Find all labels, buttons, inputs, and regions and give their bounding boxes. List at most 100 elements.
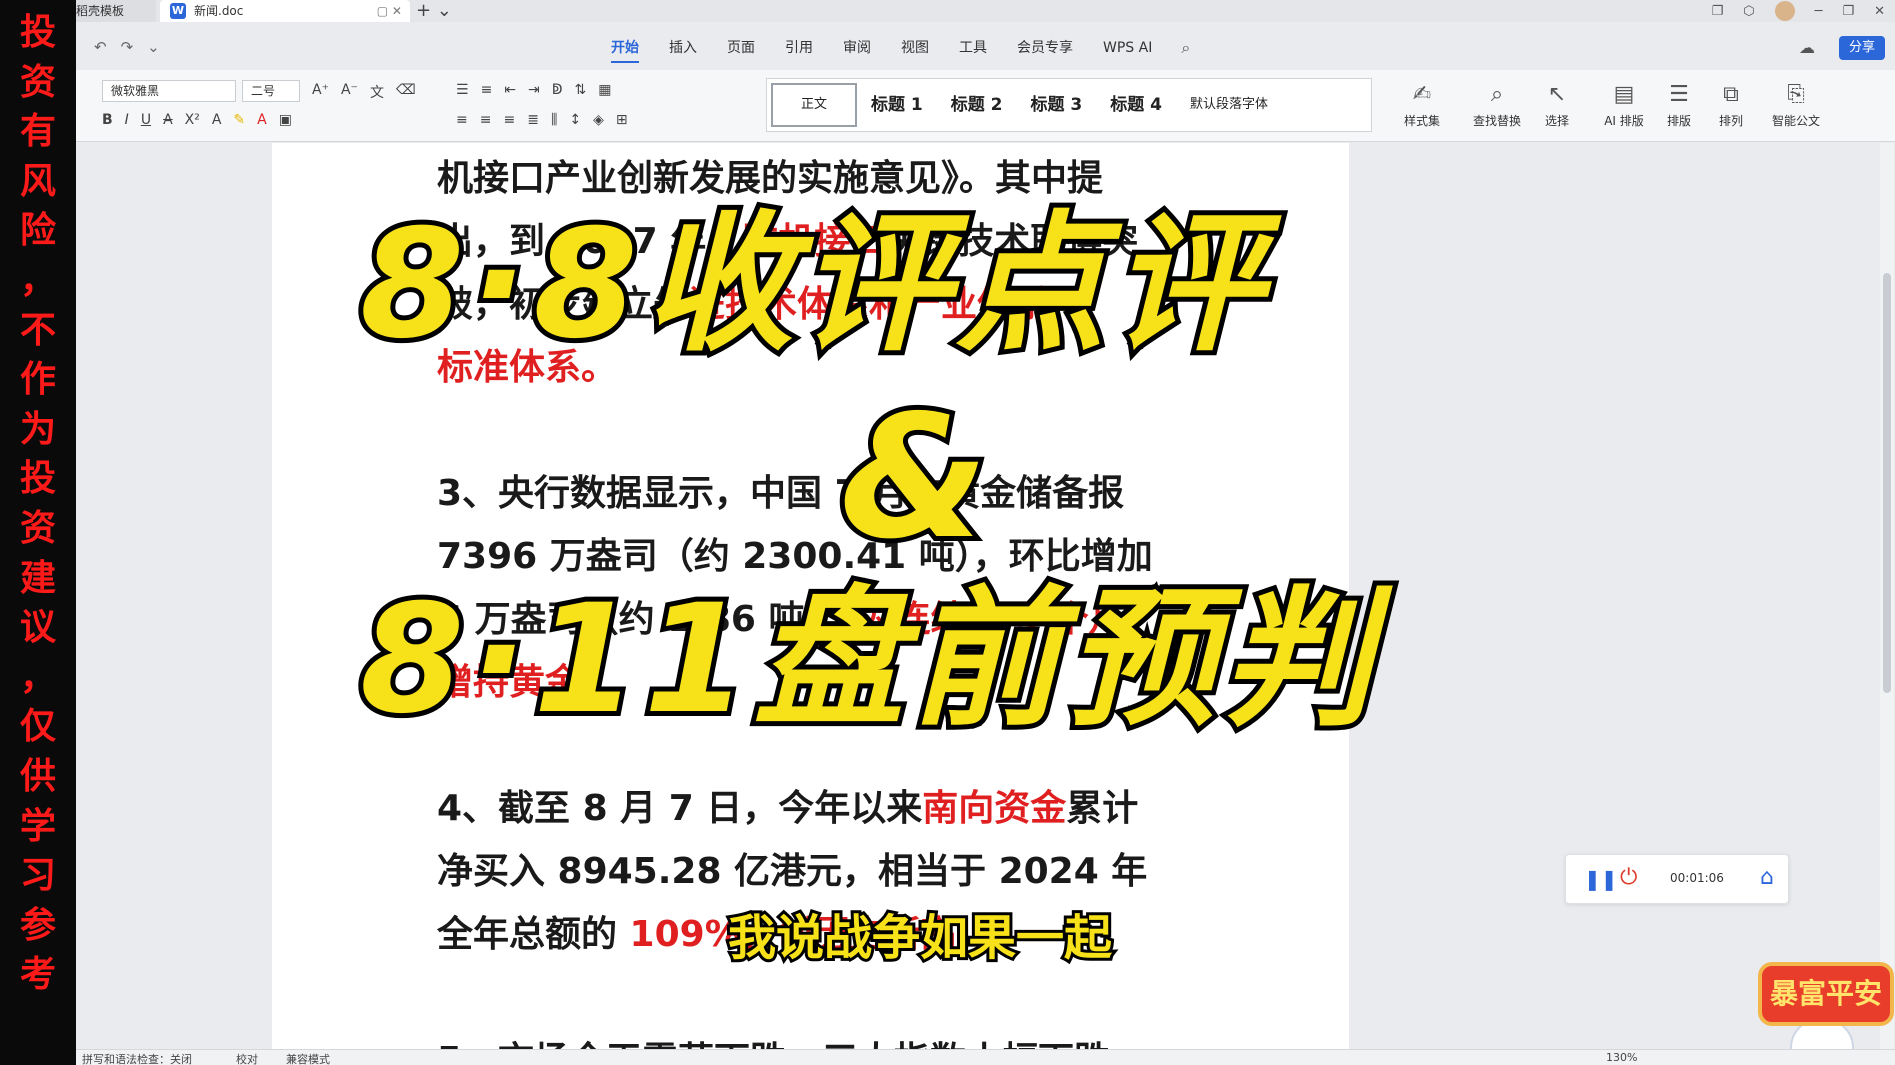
decrease-indent-icon[interactable]: ⇤	[504, 82, 516, 98]
text-format-buttons: B I U A X² A ✎ A ▣	[102, 112, 292, 128]
tab-document-label: 新闻.doc	[194, 4, 244, 18]
layout-icon: ☰	[1669, 82, 1689, 107]
smart-doc-button[interactable]: ⎘ 智能公文	[1766, 80, 1826, 129]
proof-button[interactable]: 校对	[236, 1051, 258, 1065]
tab-menu-1[interactable]: 插入	[654, 30, 712, 66]
highlight-icon[interactable]: ✎	[233, 112, 245, 128]
sort-icon[interactable]: ⇅	[575, 82, 587, 98]
arrange-button[interactable]: ⧉ 排列	[1708, 80, 1754, 129]
align-center-icon[interactable]: ≡	[480, 112, 492, 128]
table-icon[interactable]: ▦	[598, 82, 611, 98]
char-shading-icon[interactable]: ▣	[279, 112, 292, 128]
search-icon[interactable]: ⌕	[1167, 30, 1204, 66]
distributed-icon[interactable]: ⫼	[551, 112, 557, 128]
justify-icon[interactable]: ≣	[527, 112, 539, 128]
ai-layout-button[interactable]: ▤ AI 排版	[1594, 80, 1654, 129]
risk-warning-char: 作	[19, 359, 56, 401]
grow-font-icon[interactable]: A⁺	[312, 82, 329, 102]
style-option-5[interactable]: 默认段落字体	[1176, 83, 1282, 127]
superscript-icon[interactable]: X²	[185, 112, 200, 128]
risk-warning-char: 仅	[19, 706, 56, 748]
select-button[interactable]: ↖ 选择	[1532, 80, 1582, 129]
risk-warning-char: 学	[19, 805, 56, 847]
tab-template[interactable]: 稻壳模板	[76, 0, 156, 22]
risk-warning-char: 有	[19, 111, 56, 153]
overlay-title-line2: 8·11盘前预判	[355, 570, 1379, 750]
zoom-level[interactable]: 130%	[1606, 1051, 1637, 1064]
pause-icon[interactable]: ❚❚	[1584, 867, 1618, 891]
number-list-icon[interactable]: ≡	[481, 82, 493, 98]
risk-warning-char: 议	[19, 607, 56, 649]
vertical-scrollbar[interactable]	[1880, 143, 1894, 1049]
tab-menu-4[interactable]: 审阅	[828, 30, 886, 66]
close-icon[interactable]: ✕	[1874, 4, 1885, 19]
style-option-3[interactable]: 标题 3	[1017, 83, 1097, 127]
status-bar: 拼写和语法检查：关闭 校对 兼容模式 130%	[76, 1049, 1895, 1065]
style-set-button[interactable]: ✍ 样式集	[1392, 80, 1452, 129]
home-icon[interactable]: ⌂	[1760, 865, 1774, 890]
align-left-icon[interactable]: ≡	[456, 112, 468, 128]
ribbon-toolbar: 微软雅黑 二号 A⁺ A⁻ 文 ⌫ B I U A X² A ✎ A ▣ ☰ ≡…	[76, 70, 1895, 142]
style-option-2[interactable]: 标题 2	[937, 83, 1017, 127]
tab-document[interactable]: W 新闻.doc ▢ ✕	[160, 0, 410, 22]
recording-timer: 00:01:06	[1670, 871, 1724, 885]
stop-icon[interactable]: ⏻	[1620, 865, 1637, 890]
font-color-icon[interactable]: A	[257, 112, 267, 128]
text-direction-icon[interactable]: ↁ	[552, 82, 563, 98]
doc-line: 3、央行数据显示，中国 7 月末黄金储备报	[437, 473, 1125, 514]
style-set-label: 样式集	[1403, 114, 1440, 128]
restore-icon[interactable]: ❐	[1842, 4, 1854, 19]
risk-warning-strip: 投资有风险，不作为投资建议，仅供学习参考	[0, 0, 76, 1065]
window-layout-icon[interactable]: ❐	[1712, 4, 1724, 19]
style-option-4[interactable]: 标题 4	[1096, 83, 1176, 127]
screen-recorder-widget: ❚❚ ⏻ 00:01:06 ⌂	[1565, 854, 1789, 904]
arrange-label: 排列	[1718, 114, 1743, 128]
avatar[interactable]	[1774, 1, 1795, 21]
risk-warning-char: 投	[19, 12, 56, 53]
font-size-buttons: A⁺ A⁻ 文 ⌫	[312, 82, 416, 102]
phonetic-icon[interactable]: 文	[370, 82, 384, 102]
text-effect-icon[interactable]: A	[212, 112, 222, 128]
shading-icon[interactable]: ◈	[593, 112, 604, 128]
tab-menu-3[interactable]: 引用	[770, 30, 828, 66]
tab-menu-2[interactable]: 页面	[712, 30, 770, 66]
tab-close-icon[interactable]: ▢ ✕	[377, 0, 402, 22]
cloud-sync-icon[interactable]: ☁	[1799, 38, 1815, 57]
tab-menu-0[interactable]: 开始	[596, 30, 654, 66]
cube-icon[interactable]: ⬡	[1743, 4, 1754, 19]
find-replace-button[interactable]: ⌕ 查找替换	[1462, 80, 1532, 129]
shrink-font-icon[interactable]: A⁻	[341, 82, 358, 102]
tab-menu-6[interactable]: 工具	[944, 30, 1002, 66]
compat-mode-label: 兼容模式	[286, 1053, 330, 1065]
tab-menu-7[interactable]: 会员专享	[1002, 30, 1088, 66]
minimize-icon[interactable]: ─	[1815, 4, 1823, 19]
undo-icon[interactable]: ↶	[94, 38, 107, 56]
tab-menu-5[interactable]: 视图	[886, 30, 944, 66]
chevron-down-icon[interactable]: ⌄	[147, 38, 160, 56]
increase-indent-icon[interactable]: ⇥	[528, 82, 540, 98]
font-family-select[interactable]: 微软雅黑	[102, 80, 236, 102]
smart-doc-label: 智能公文	[1771, 114, 1820, 128]
share-button[interactable]: 分享	[1838, 36, 1885, 60]
redo-icon[interactable]: ↷	[121, 38, 134, 56]
risk-warning-char: 资	[19, 61, 56, 103]
tab-menu-8[interactable]: WPS AI	[1088, 30, 1167, 66]
scrollbar-thumb[interactable]	[1883, 273, 1891, 693]
strikethrough-icon[interactable]: A	[163, 112, 173, 128]
line-spacing-icon[interactable]: ↕	[569, 112, 581, 128]
bullet-list-icon[interactable]: ☰	[456, 82, 469, 98]
spellcheck-status[interactable]: 拼写和语法检查：关闭	[82, 1051, 192, 1065]
style-option-0[interactable]: 正文	[771, 83, 858, 127]
align-right-icon[interactable]: ≡	[503, 112, 515, 128]
font-size-select[interactable]: 二号	[242, 80, 300, 102]
bold-icon[interactable]: B	[102, 112, 113, 128]
clear-format-icon[interactable]: ⌫	[396, 82, 416, 102]
underline-icon[interactable]: U	[141, 112, 151, 128]
layout-button[interactable]: ☰ 排版	[1656, 80, 1702, 129]
new-tab-button[interactable]: + ⌄	[416, 0, 452, 22]
styles-gallery: 正文 标题 1 标题 2 标题 3 标题 4 默认段落字体	[766, 78, 1372, 132]
video-subtitle: 我说战争如果一起	[725, 907, 1115, 969]
border-icon[interactable]: ⊞	[616, 112, 628, 128]
italic-icon[interactable]: I	[125, 112, 129, 128]
style-option-1[interactable]: 标题 1	[857, 83, 937, 127]
